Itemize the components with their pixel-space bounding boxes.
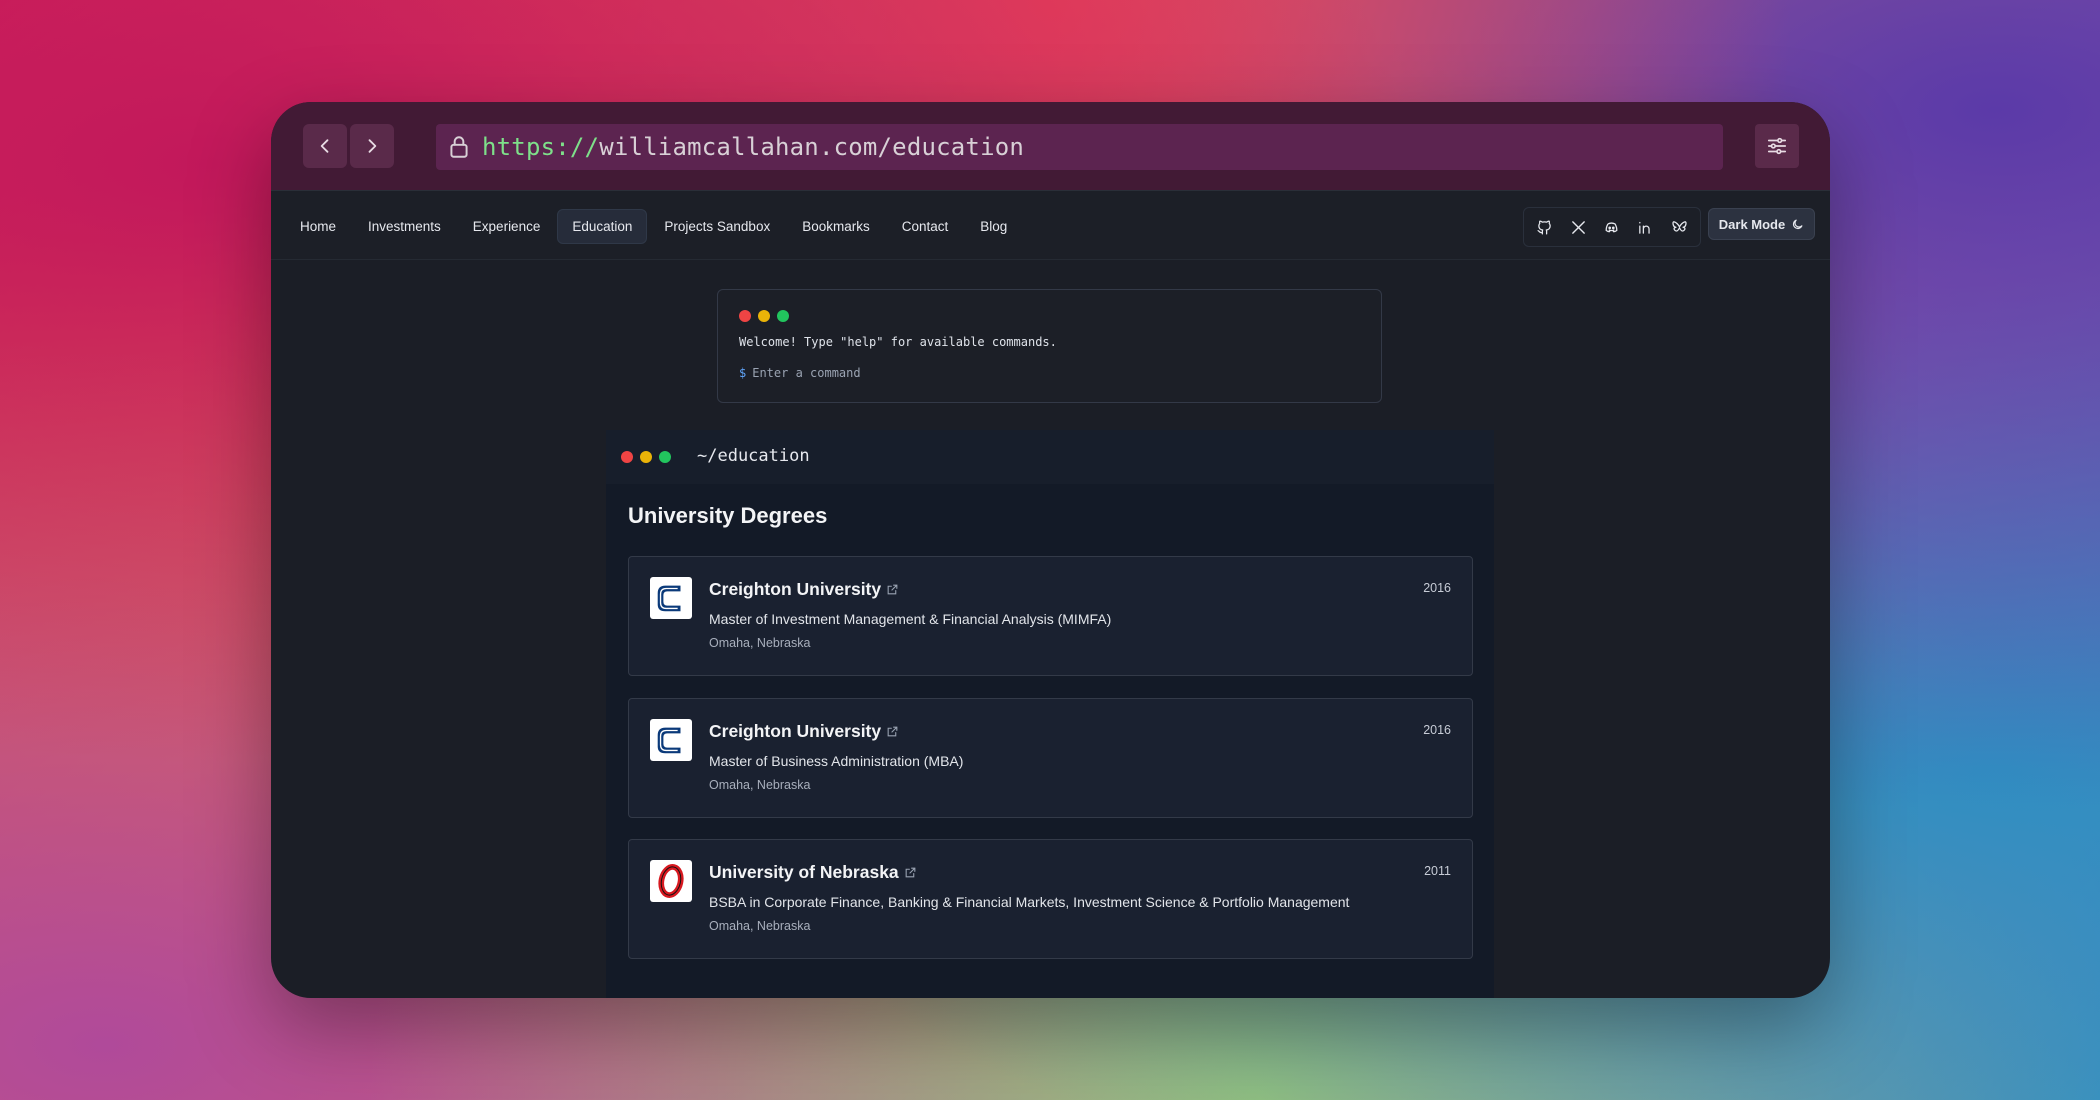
- nav-blog[interactable]: Blog: [965, 209, 1022, 244]
- degree-card: Creighton University 2016 Master of Busi…: [628, 698, 1473, 818]
- browser-toolbar: https://williamcallahan.com/education: [271, 102, 1830, 190]
- site-navigation: Home Investments Experience Education Pr…: [271, 190, 1830, 260]
- linkedin-icon[interactable]: [1635, 216, 1657, 238]
- back-button[interactable]: [303, 124, 347, 168]
- nav-bookmarks[interactable]: Bookmarks: [787, 209, 885, 244]
- social-links: [1523, 207, 1701, 247]
- nav-education[interactable]: Education: [557, 209, 648, 244]
- education-panel: ~/education University Degrees Creighton…: [606, 430, 1494, 998]
- url-scheme: https://: [482, 133, 600, 161]
- university-name: Creighton University: [709, 579, 882, 599]
- degree-title: BSBA in Corporate Finance, Banking & Fin…: [709, 894, 1350, 910]
- maximize-dot-icon[interactable]: [659, 451, 671, 463]
- dark-mode-label: Dark Mode: [1718, 216, 1786, 232]
- university-name: Creighton University: [709, 721, 882, 741]
- creighton-logo: [650, 719, 692, 761]
- nav-projects-sandbox[interactable]: Projects Sandbox: [649, 209, 785, 244]
- nav-links: Home Investments Experience Education Pr…: [285, 209, 1022, 244]
- external-link-icon: [887, 726, 898, 737]
- degree-title: Master of Investment Management & Financ…: [709, 611, 1112, 627]
- browser-window: https://williamcallahan.com/education Ho…: [271, 102, 1830, 998]
- url-text: https://williamcallahan.com/education: [482, 133, 1024, 161]
- moon-icon: [1793, 219, 1803, 229]
- panel-header: ~/education: [606, 430, 1494, 484]
- chevron-left-icon: [320, 139, 329, 153]
- unomaha-logo: [650, 860, 692, 902]
- degree-year: 2016: [1423, 723, 1451, 737]
- nav-contact[interactable]: Contact: [887, 209, 964, 244]
- maximize-dot-icon: [777, 310, 789, 322]
- degree-year: 2016: [1423, 581, 1451, 595]
- degree-card: University of Nebraska 2011 BSBA in Corp…: [628, 839, 1473, 959]
- university-link[interactable]: University of Nebraska: [709, 862, 917, 883]
- external-link-icon: [905, 867, 916, 878]
- github-icon[interactable]: [1534, 216, 1556, 238]
- forward-button[interactable]: [350, 124, 394, 168]
- address-bar[interactable]: https://williamcallahan.com/education: [436, 124, 1723, 170]
- close-dot-icon[interactable]: [621, 451, 633, 463]
- university-link[interactable]: Creighton University: [709, 579, 899, 600]
- x-icon[interactable]: [1567, 216, 1589, 238]
- nav-home[interactable]: Home: [285, 209, 351, 244]
- lock-icon: [450, 136, 468, 158]
- degree-title: Master of Business Administration (MBA): [709, 753, 964, 769]
- minimize-dot-icon[interactable]: [640, 451, 652, 463]
- command-input[interactable]: $ Enter a command: [739, 366, 861, 380]
- nav-experience[interactable]: Experience: [458, 209, 556, 244]
- command-terminal: Welcome! Type "help" for available comma…: [717, 289, 1382, 403]
- university-name: University of Nebraska: [709, 862, 899, 882]
- university-link[interactable]: Creighton University: [709, 721, 899, 742]
- degree-location: Omaha, Nebraska: [709, 919, 811, 933]
- close-dot-icon: [739, 310, 751, 322]
- degree-location: Omaha, Nebraska: [709, 778, 811, 792]
- panel-path: ~/education: [697, 446, 810, 466]
- nav-investments[interactable]: Investments: [353, 209, 456, 244]
- chevron-right-icon: [368, 139, 377, 153]
- discord-icon[interactable]: [1601, 216, 1623, 238]
- command-placeholder: Enter a command: [752, 366, 861, 380]
- degree-year: 2011: [1424, 864, 1451, 878]
- section-title: University Degrees: [628, 503, 828, 528]
- panel-window-controls: [621, 451, 671, 463]
- terminal-welcome: Welcome! Type "help" for available comma…: [739, 335, 1057, 349]
- external-link-icon: [887, 584, 898, 595]
- sliders-icon: [1767, 137, 1787, 155]
- url-path: williamcallahan.com/education: [599, 133, 1025, 161]
- degree-location: Omaha, Nebraska: [709, 636, 811, 650]
- minimize-dot-icon: [758, 310, 770, 322]
- creighton-logo: [650, 577, 692, 619]
- bluesky-icon[interactable]: [1668, 216, 1690, 238]
- dark-mode-button[interactable]: Dark Mode: [1708, 208, 1815, 240]
- window-controls: [739, 310, 789, 322]
- settings-button[interactable]: [1755, 124, 1799, 168]
- degree-card: Creighton University 2016 Master of Inve…: [628, 556, 1473, 676]
- prompt-symbol: $: [739, 366, 747, 380]
